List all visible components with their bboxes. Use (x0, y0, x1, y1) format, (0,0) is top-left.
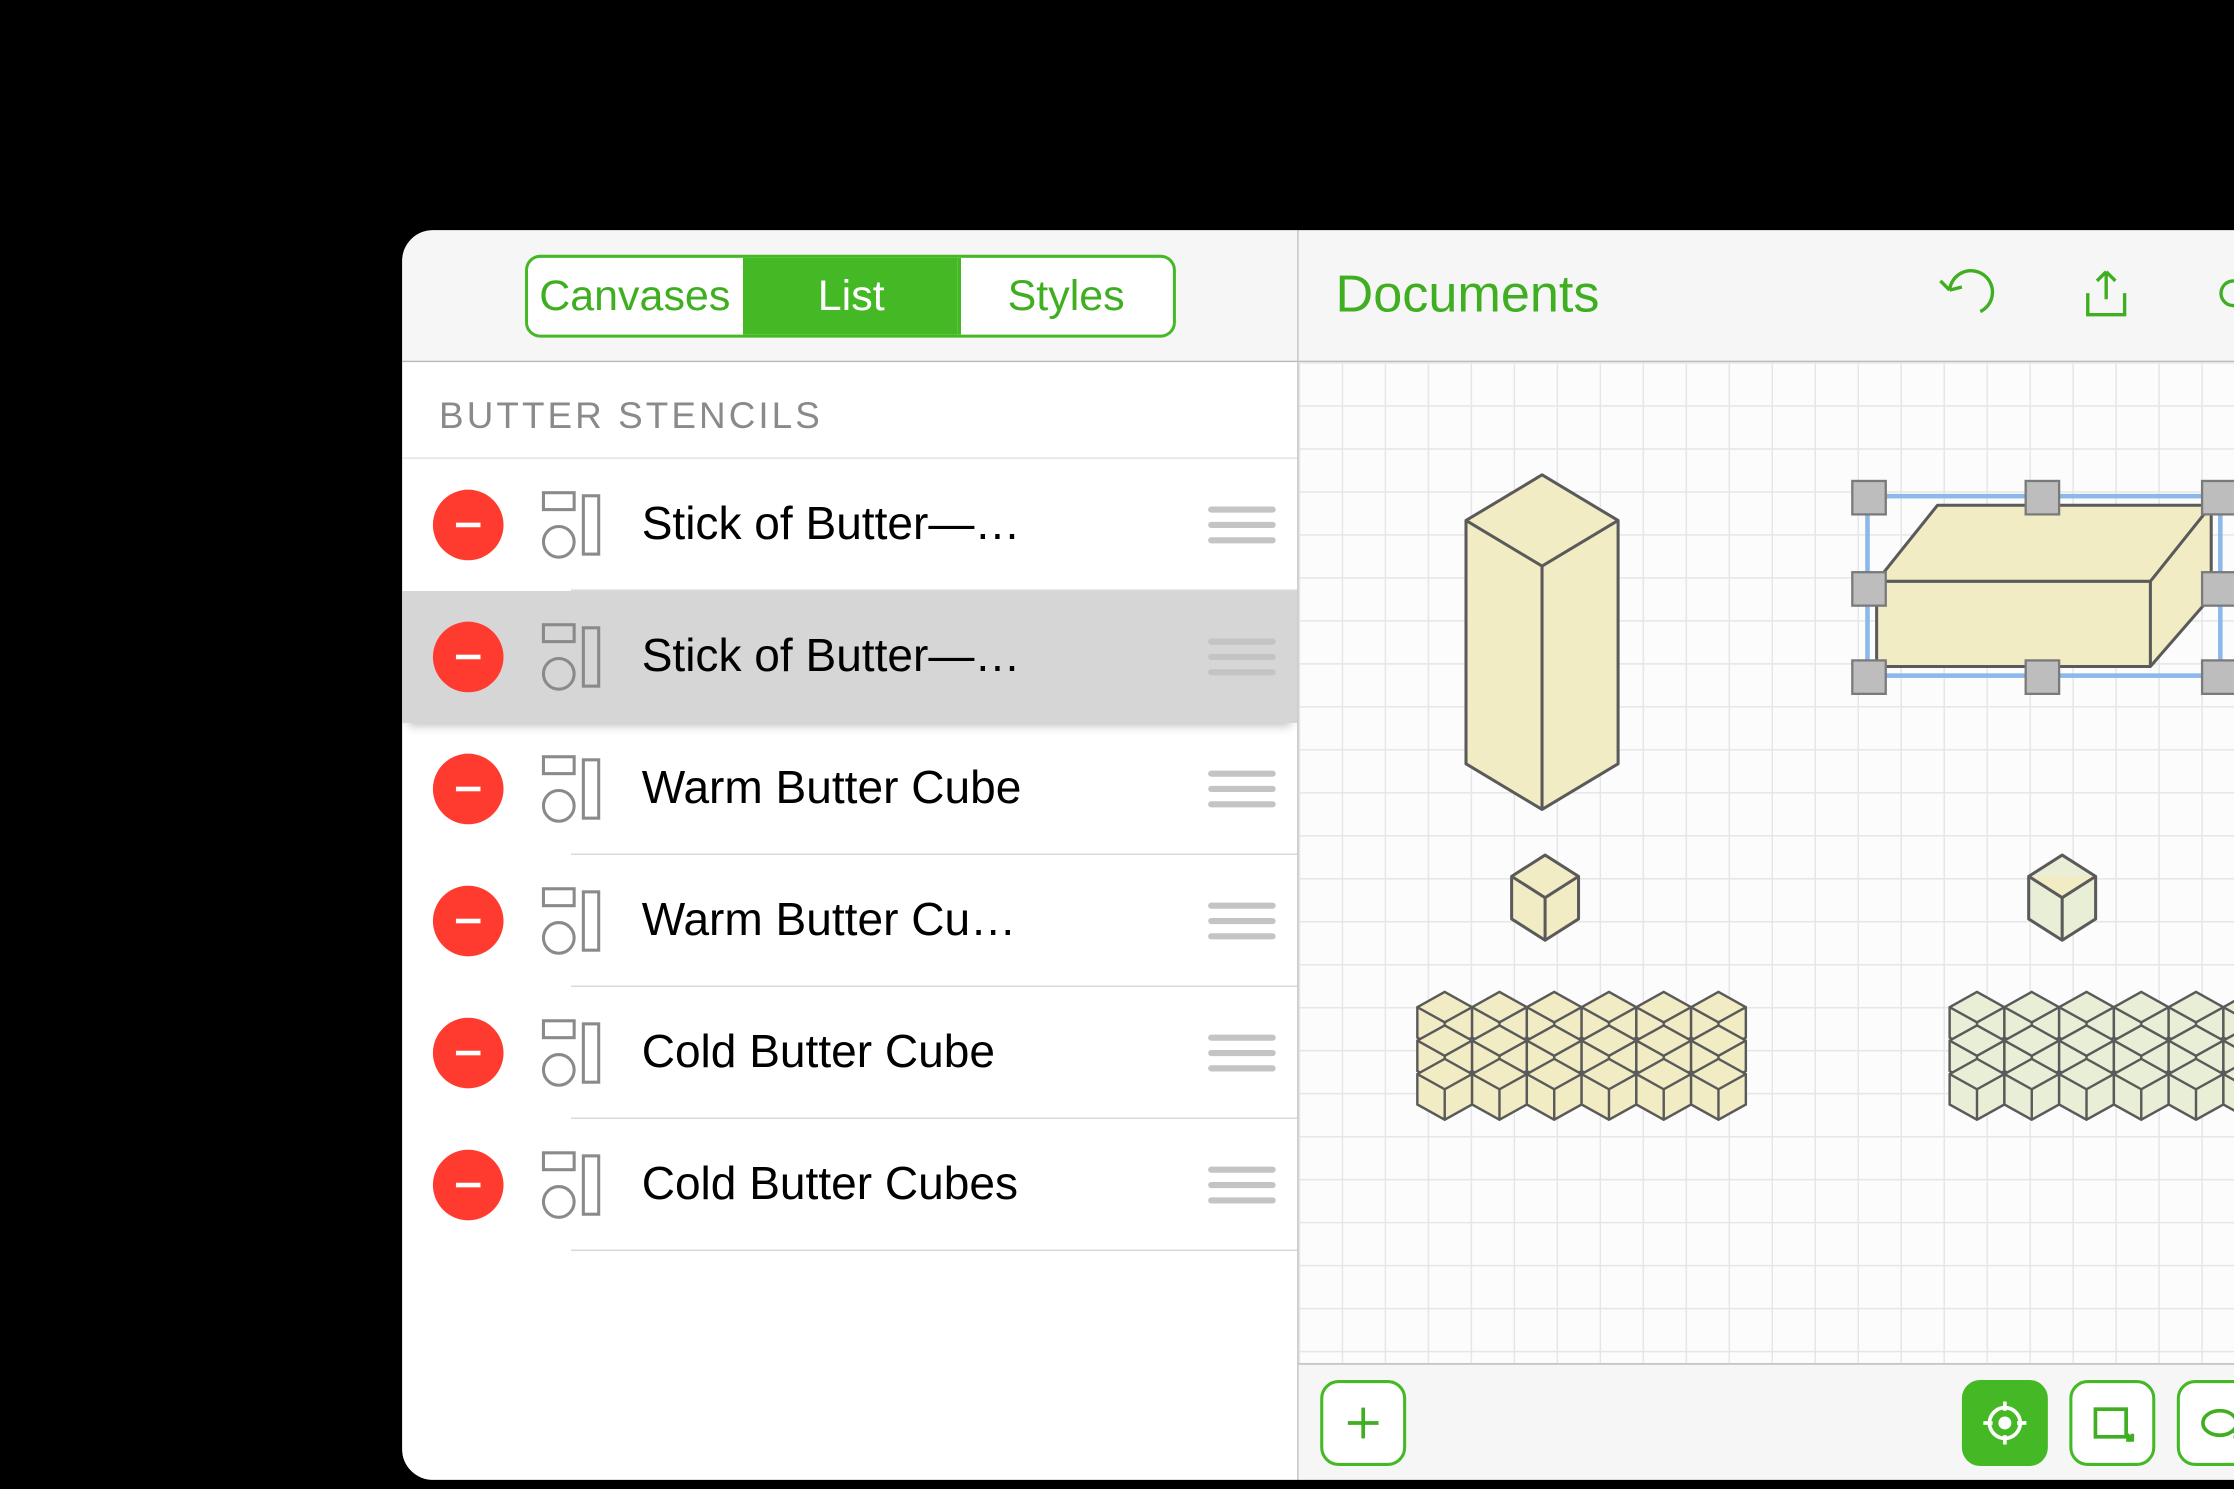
list-item[interactable]: Warm Butter Cube (402, 723, 1297, 855)
list-item[interactable]: Cold Butter Cubes (402, 1119, 1297, 1251)
list-item[interactable]: Warm Butter Cu… (402, 855, 1297, 987)
sidebar: Canvases List Styles BUTTER STENCILS Sti… (402, 230, 1299, 1480)
minus-icon (450, 1167, 487, 1204)
shape-cold-cubes[interactable] (1950, 992, 2234, 1120)
list-item-label: Cold Butter Cubes (642, 1159, 1181, 1211)
ellipse-tool-icon (2197, 1399, 2234, 1445)
list-item-label: Cold Butter Cube (642, 1027, 1181, 1079)
drag-handle[interactable] (1208, 1167, 1276, 1204)
minus-icon (450, 771, 487, 808)
share-button[interactable] (2057, 246, 2155, 344)
shape-type-icon (531, 880, 614, 963)
minus-icon (450, 903, 487, 940)
target-icon (1982, 1399, 2028, 1445)
undo-icon (1934, 265, 1995, 326)
add-tool[interactable] (1320, 1379, 1406, 1465)
drag-handle[interactable] (1208, 771, 1276, 808)
documents-back-button[interactable]: Documents (1326, 266, 1599, 326)
shape-stick-selected[interactable] (1852, 481, 2234, 694)
segmented-control: Canvases List Styles (402, 230, 1297, 362)
minus-icon (450, 1035, 487, 1072)
shape-type-icon (531, 484, 614, 567)
main-pane: Documents (1299, 230, 2234, 1480)
shape-type-icon (531, 1144, 614, 1227)
shape-warm-cubes[interactable] (1417, 992, 1745, 1120)
section-header: BUTTER STENCILS (402, 362, 1297, 459)
list-item[interactable]: Cold Butter Cube (402, 987, 1297, 1119)
canvas-svg (1299, 362, 2234, 1363)
ellipse-tool[interactable] (2177, 1379, 2234, 1465)
rect-tool[interactable] (2069, 1379, 2155, 1465)
top-toolbar: Documents (1299, 230, 2234, 362)
minus-icon (450, 639, 487, 676)
drag-handle[interactable] (1208, 1035, 1276, 1072)
undo-button[interactable] (1916, 246, 2014, 344)
app-window: Canvases List Styles BUTTER STENCILS Sti… (393, 221, 2234, 1489)
rect-tool-icon (2089, 1399, 2135, 1445)
drag-handle[interactable] (1208, 639, 1276, 676)
shape-cold-cube[interactable] (2029, 855, 2096, 940)
shape-warm-cube[interactable] (1512, 855, 1579, 940)
list-item-label: Warm Butter Cu… (642, 895, 1181, 947)
cloud-sync-icon (2217, 265, 2234, 326)
list-item[interactable]: Stick of Butter—… (402, 591, 1297, 723)
delete-button[interactable] (433, 1018, 504, 1089)
canvas[interactable] (1299, 362, 2234, 1363)
segment-styles[interactable]: Styles (957, 257, 1172, 334)
list-item-label: Stick of Butter—… (642, 499, 1181, 551)
drag-handle[interactable] (1208, 903, 1276, 940)
list-item-label: Warm Butter Cube (642, 763, 1181, 815)
shape-type-icon (531, 748, 614, 831)
drag-handle[interactable] (1208, 507, 1276, 544)
delete-button[interactable] (433, 622, 504, 693)
list-item[interactable]: Stick of Butter—… (402, 459, 1297, 591)
segment-canvases[interactable]: Canvases (527, 257, 742, 334)
delete-button[interactable] (433, 886, 504, 957)
sync-button[interactable] (2198, 246, 2234, 344)
bottom-toolbar (1299, 1363, 2234, 1480)
delete-button[interactable] (433, 1150, 504, 1221)
delete-button[interactable] (433, 490, 504, 561)
share-icon (2075, 265, 2136, 326)
list-item-label: Stick of Butter—… (642, 631, 1181, 683)
shape-type-icon (531, 616, 614, 699)
segment-list[interactable]: List (742, 257, 957, 334)
plus-icon (1340, 1399, 1386, 1445)
shape-stick-upright[interactable] (1466, 475, 1618, 810)
stencil-list: Stick of Butter—… Stick of Butter—… Warm… (402, 459, 1297, 1480)
selection-tool[interactable] (1962, 1379, 2048, 1465)
shape-type-icon (531, 1012, 614, 1095)
minus-icon (450, 507, 487, 544)
delete-button[interactable] (433, 754, 504, 825)
